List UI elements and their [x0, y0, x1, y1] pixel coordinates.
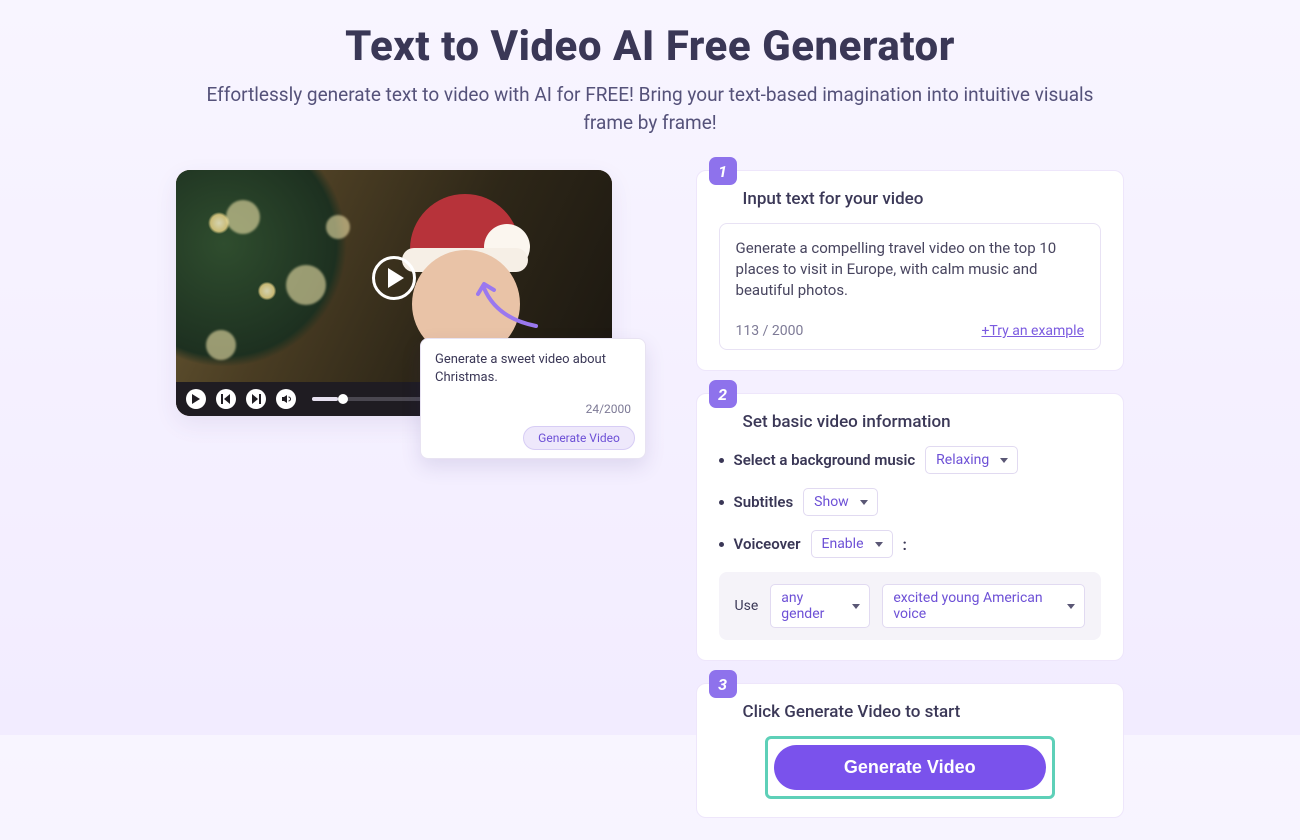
prev-button-icon[interactable] [216, 389, 236, 409]
prompt-char-count: 113 / 2000 [736, 323, 804, 339]
play-icon[interactable] [372, 256, 416, 300]
step1-title: Input text for your video [743, 189, 1101, 209]
voice-gender-select[interactable]: any gender [770, 584, 870, 628]
bg-music-select[interactable]: Relaxing [925, 446, 1018, 474]
colon: : [903, 535, 907, 554]
voiceover-select[interactable]: Enable [811, 530, 893, 558]
step3-panel: 3 Click Generate Video to start Generate… [696, 683, 1124, 818]
subtitles-label: Subtitles [734, 493, 794, 511]
prompt-textbox[interactable]: Generate a compelling travel video on th… [719, 223, 1101, 350]
caption-card: Generate a sweet video about Christmas. … [420, 338, 646, 459]
voiceover-label: Voiceover [734, 535, 801, 553]
bg-music-label: Select a background music [734, 451, 916, 469]
step3-title: Click Generate Video to start [743, 702, 1101, 722]
bullet-icon [719, 458, 724, 463]
play-button-icon[interactable] [186, 389, 206, 409]
voice-use-row: Use any gender excited young American vo… [719, 572, 1101, 640]
caption-text: Generate a sweet video about Christmas. [435, 351, 631, 386]
step3-badge: 3 [709, 670, 737, 698]
page-title: Text to Video AI Free Generator [0, 22, 1300, 71]
generate-highlight: Generate Video [765, 736, 1055, 799]
progress-bar[interactable] [312, 397, 432, 401]
step1-badge: 1 [709, 157, 737, 185]
next-button-icon[interactable] [246, 389, 266, 409]
prompt-text[interactable]: Generate a compelling travel video on th… [736, 238, 1084, 301]
use-label: Use [735, 598, 759, 614]
voice-style-select[interactable]: excited young American voice [882, 584, 1085, 628]
step2-title: Set basic video information [743, 412, 1101, 432]
mini-generate-button[interactable]: Generate Video [523, 426, 635, 450]
caption-char-count: 24/2000 [435, 402, 631, 416]
page-subtitle: Effortlessly generate text to video with… [0, 81, 1300, 136]
bullet-icon [719, 500, 724, 505]
subtitles-select[interactable]: Show [803, 488, 878, 516]
generate-video-button[interactable]: Generate Video [774, 745, 1046, 790]
step2-badge: 2 [709, 380, 737, 408]
bullet-icon [719, 542, 724, 547]
volume-button-icon[interactable] [276, 389, 296, 409]
arrow-icon [476, 280, 542, 330]
step2-panel: 2 Set basic video information Select a b… [696, 393, 1124, 661]
try-example-link[interactable]: +Try an example [981, 323, 1084, 339]
step1-panel: 1 Input text for your video Generate a c… [696, 170, 1124, 371]
